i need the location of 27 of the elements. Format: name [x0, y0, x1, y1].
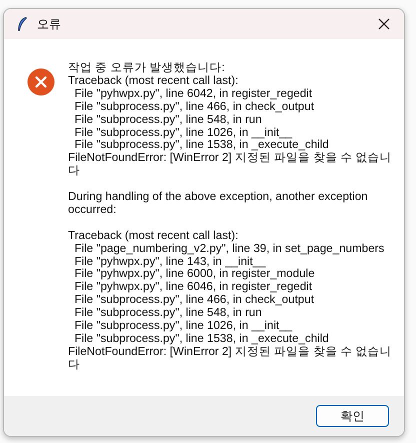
message-line: File "subprocess.py", line 1026, in __init__: [73, 126, 294, 140]
ok-button[interactable]: 확인: [316, 405, 389, 427]
message-line: During handling of the above exception, another exception: [68, 191, 369, 204]
message-line: File "pyhwpx.py", line 143, in __init__: [73, 256, 267, 268]
message-line: File "subprocess.py", line 1538, in _execute_child: [73, 333, 330, 346]
close-icon[interactable]: [378, 18, 390, 30]
message-line: File "subprocess.py", line 548, in run: [73, 114, 263, 127]
message-line: occurred:: [68, 204, 118, 217]
message-line: 다: [68, 358, 81, 372]
message-line: 다: [68, 165, 81, 178]
message-line: File "subprocess.py", line 1538, in _execute_child: [73, 139, 330, 152]
message-line: FileNotFoundError: [WinError 2] 지정된 파일을 찾을 수 없습니: [68, 152, 392, 165]
message-line: File "subprocess.py", line 548, in run: [73, 307, 263, 320]
message-line: File "subprocess.py", line 466, in check_output: [73, 100, 316, 114]
feather-icon: [17, 17, 27, 31]
message-line: File "pyhwpx.py", line 6000, in register_module: [73, 268, 316, 282]
message-line: Traceback (most recent call last):: [68, 230, 240, 243]
message-line: FileNotFoundError: [WinError 2] 지정된 파일을 찾을 수 없습니: [68, 346, 392, 359]
message-line: File "page_numbering_v2.py", line 39, in set_page_numbers: [73, 242, 386, 256]
message-line: File "pyhwpx.py", line 6042, in register_regedit: [73, 88, 314, 101]
message-line: 작업 중 오류가 발생했습니다:: [68, 62, 226, 75]
window-title: 오류: [37, 16, 62, 32]
message-line: File "pyhwpx.py", line 6046, in register_regedit: [73, 281, 314, 294]
error-icon: [27, 68, 55, 96]
message-line: File "subprocess.py", line 1026, in __init__: [73, 320, 294, 333]
message-line: File "subprocess.py", line 466, in check_output: [73, 294, 316, 308]
message-line: Traceback (most recent call last):: [68, 74, 240, 88]
